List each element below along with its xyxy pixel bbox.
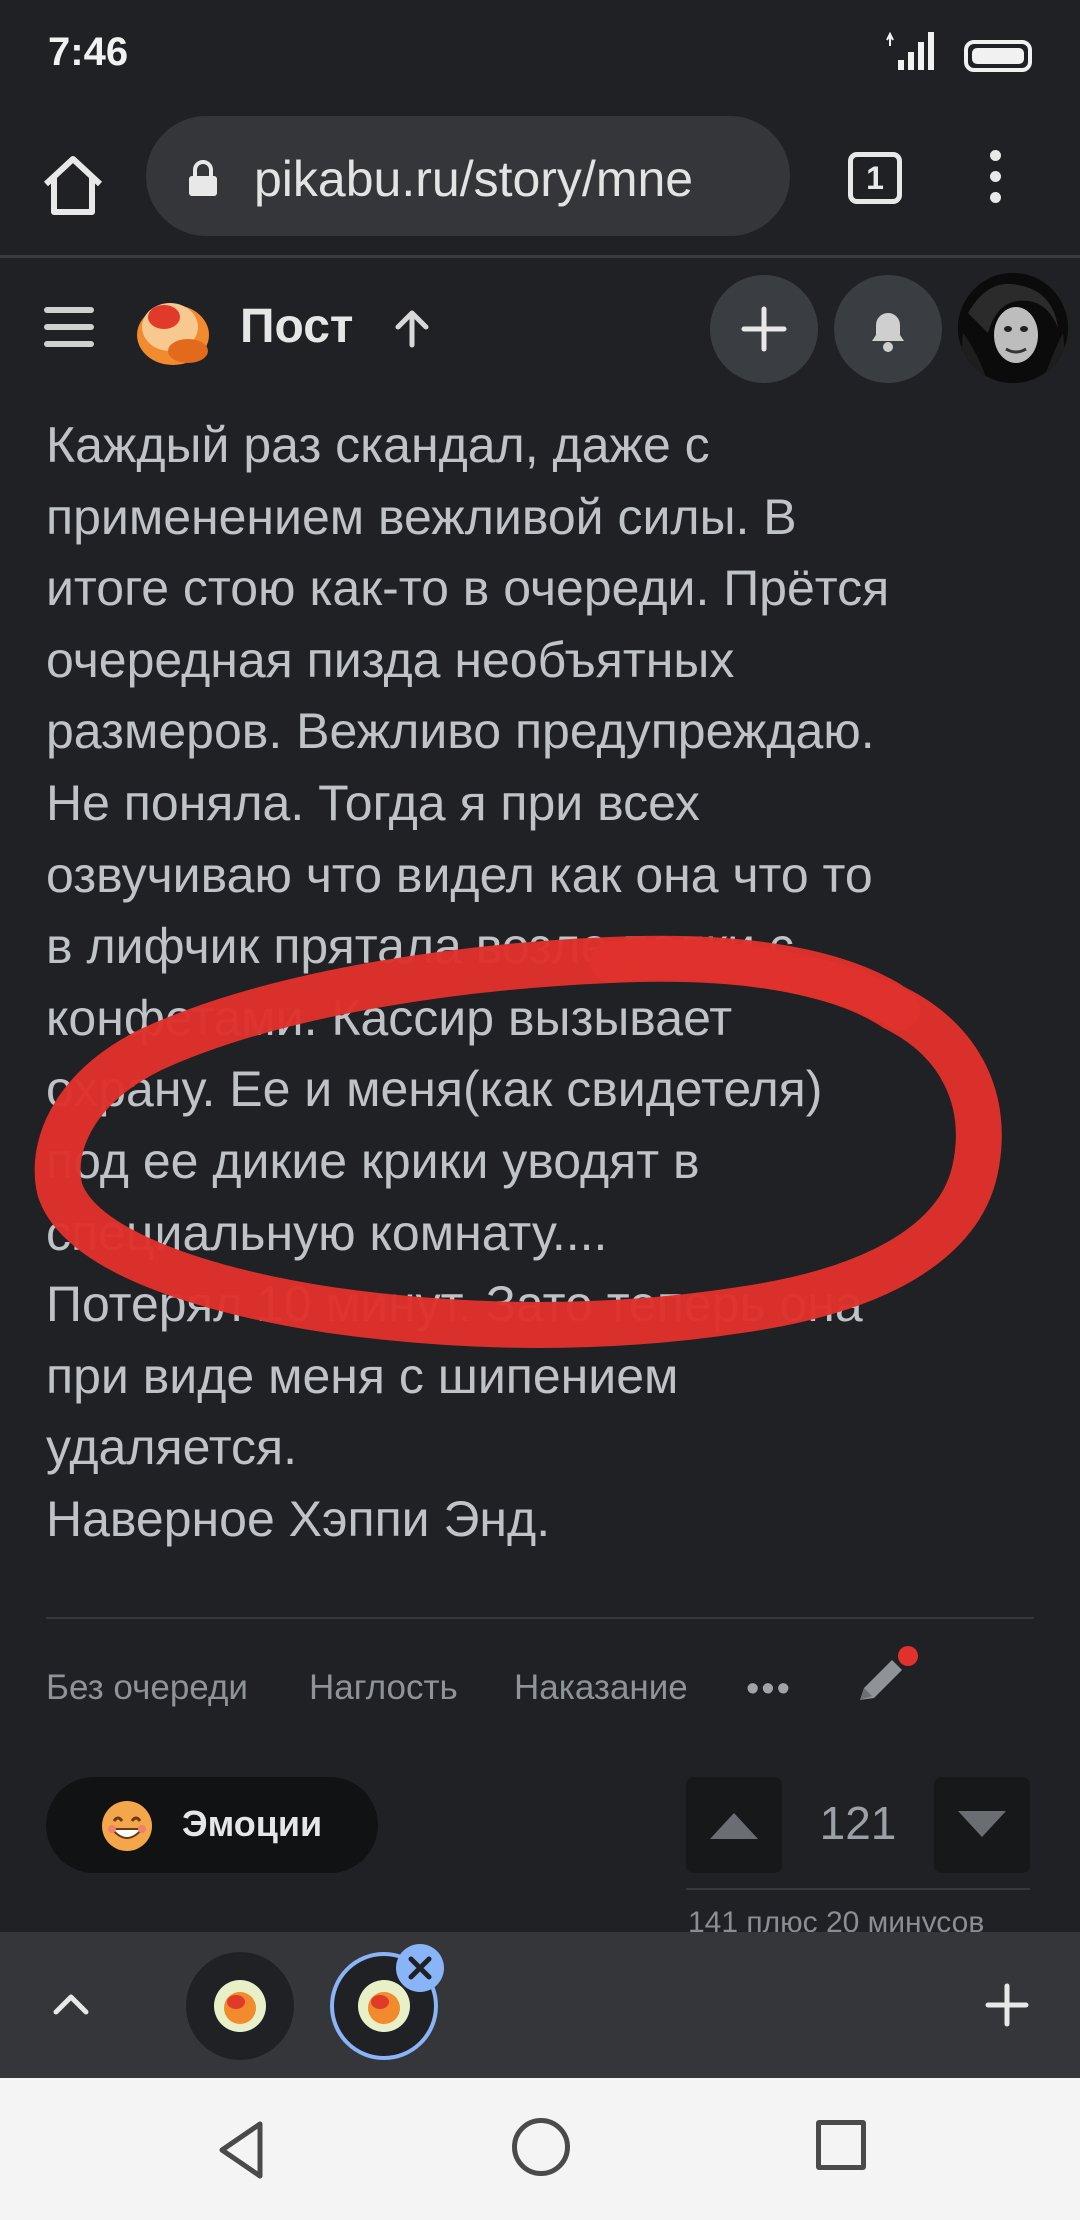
add-post-button[interactable]: [710, 275, 818, 383]
chevron-up-icon[interactable]: [48, 1982, 94, 2028]
post-text-line: в лифчик прятала возле полки с: [46, 918, 794, 975]
close-icon: [408, 1956, 432, 1980]
back-icon[interactable]: [214, 2118, 270, 2182]
emotions-label: Эмоции: [182, 1803, 323, 1844]
divider: [46, 1617, 1034, 1619]
pikabu-logo[interactable]: [128, 287, 214, 373]
post-text-line: размеров. Вежливо предупреждаю.: [46, 703, 875, 760]
site-header: Пост: [0, 261, 1080, 391]
page-title: Пост: [240, 300, 354, 353]
post-text-line: озвучиваю что видел как она что то: [46, 846, 873, 903]
post-text-line: специальную комнату....: [46, 1204, 608, 1261]
browser-toolbar: pikabu.ru/story/mne 1: [0, 110, 1080, 258]
tab-thumbnail[interactable]: [186, 1952, 294, 2060]
recents-icon[interactable]: [816, 2120, 866, 2170]
status-bar: 7:46: [0, 0, 1080, 110]
post-text-line: Наверное Хэппи Энд.: [46, 1490, 551, 1547]
post-text-line: Потерял 10 минут. Зато теперь она: [46, 1276, 863, 1333]
post-text-line: Не поняла. Тогда я при всех: [46, 774, 700, 831]
triangle-down-icon: [958, 1811, 1006, 1837]
system-nav-bar: [0, 2078, 1080, 2220]
arrow-up-icon[interactable]: [392, 307, 432, 349]
post-content: Каждый раз скандал, даже с применением ве…: [46, 410, 1046, 1556]
post-text-line: удаляется.: [46, 1419, 298, 1476]
close-tab-button[interactable]: [396, 1944, 444, 1992]
upvote-button[interactable]: [686, 1777, 782, 1873]
menu-icon[interactable]: [980, 150, 1010, 214]
bell-icon: [872, 313, 904, 352]
plus-icon: [741, 306, 787, 352]
emotions-button[interactable]: Эмоции: [46, 1777, 378, 1873]
rating-score: 121: [819, 1797, 897, 1849]
post-text-line: Каждый раз скандал, даже с: [46, 417, 710, 473]
status-time: 7:46: [48, 30, 129, 74]
triangle-up-icon: [710, 1813, 758, 1839]
tab-strip: [0, 1932, 1080, 2078]
post-text-line: под ее дикие крики уводят в: [46, 1132, 700, 1189]
new-tab-plus-icon[interactable]: [984, 1982, 1030, 2028]
home-icon[interactable]: [38, 150, 108, 220]
post-text-line: очередная пизда необъятных: [46, 631, 735, 688]
home-circle-icon[interactable]: [512, 2118, 570, 2176]
more-tags-button[interactable]: •••: [746, 1668, 792, 1711]
divider: [686, 1888, 1030, 1890]
notifications-button[interactable]: [834, 275, 942, 383]
url-text[interactable]: pikabu.ru/story/mne: [254, 150, 774, 208]
signal-icon: [886, 31, 934, 70]
post-text-line: при виде меня с шипением: [46, 1347, 679, 1404]
post-text-line: охрану. Ее и меня(как свидетеля): [46, 1061, 823, 1118]
tag-item[interactable]: Наказание: [514, 1668, 688, 1708]
address-bar[interactable]: pikabu.ru/story/mne: [146, 116, 790, 236]
post-text-line: итоге стою как-то в очереди. Прётся: [46, 560, 890, 617]
avatar[interactable]: [958, 273, 1068, 383]
smiling-face-icon: [102, 1801, 152, 1851]
tab-switcher-button[interactable]: 1: [848, 152, 902, 204]
post-text-line: конфетами. Кассир вызывает: [46, 989, 733, 1046]
hamburger-icon[interactable]: [44, 307, 94, 347]
pikabu-favicon-icon: [214, 1980, 266, 2032]
battery-icon: [964, 40, 1032, 72]
downvote-button[interactable]: [934, 1777, 1030, 1873]
edit-tags-icon[interactable]: [852, 1644, 922, 1714]
tag-item[interactable]: Наглость: [309, 1668, 458, 1708]
tag-item[interactable]: Без очереди: [46, 1668, 248, 1708]
lock-icon: [189, 160, 217, 196]
avatar-image: [958, 273, 1068, 383]
post-text-line: применением вежливой силы. В: [46, 488, 797, 545]
